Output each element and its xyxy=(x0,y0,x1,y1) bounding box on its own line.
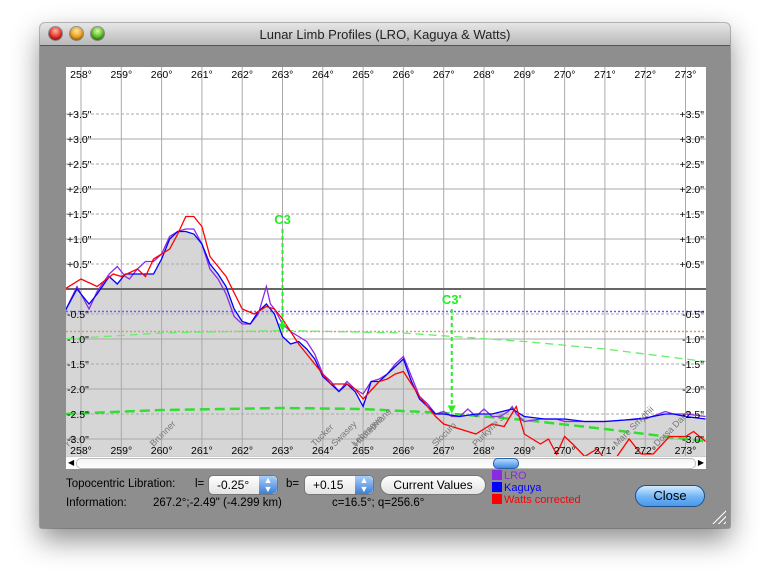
window-title: Lunar Limb Profiles (LRO, Kaguya & Watts… xyxy=(259,27,511,42)
b-label: b= xyxy=(286,478,300,490)
x-tick-label-top: 266° xyxy=(393,69,415,81)
scroll-thumb[interactable] xyxy=(493,458,520,469)
y-tick-label-right: +0.5" xyxy=(680,259,705,271)
b-stepper-icon[interactable]: ▲ ▼ xyxy=(355,476,373,494)
y-tick-label-right: -1.5" xyxy=(682,359,704,371)
x-tick-label-top: 265° xyxy=(352,69,374,81)
scroll-right-arrow-icon[interactable]: ▶ xyxy=(698,458,704,467)
chart-svg: C3C3'r P Brunner TuckerSwaseyLebesgueHoute… xyxy=(66,67,706,457)
legend-item-kaguya: Kaguya xyxy=(492,482,541,494)
y-tick-label-left: -2.5" xyxy=(67,409,89,421)
l-value: -0.25° xyxy=(217,478,250,492)
information-value: 267.2°;-2.49" (-4.299 km) xyxy=(153,497,282,509)
legend-label: Kaguya xyxy=(504,482,542,494)
x-tick-label-top: 271° xyxy=(594,69,616,81)
cq-value: c=16.5°; q=256.6° xyxy=(332,497,425,509)
y-tick-label-right: +2.0" xyxy=(680,184,705,196)
y-tick-label-left: -1.5" xyxy=(67,359,89,371)
b-value: +0.15 xyxy=(313,478,344,492)
x-tick-label-top: 272° xyxy=(634,69,656,81)
scroll-left-arrow-icon[interactable]: ◀ xyxy=(68,458,74,467)
x-tick-label-top: 264° xyxy=(312,69,334,81)
y-tick-label-left: +3.5" xyxy=(67,109,92,121)
y-tick-label-right: -1.0" xyxy=(682,334,704,346)
y-tick-label-left: +0.5" xyxy=(67,259,92,271)
y-tick-label-right: +3.0" xyxy=(680,134,705,146)
lunar-limb-window: Lunar Limb Profiles (LRO, Kaguya & Watts… xyxy=(40,23,730,528)
l-label: l= xyxy=(195,478,205,490)
y-tick-label-right: -2.0" xyxy=(682,384,704,396)
scroll-track[interactable] xyxy=(76,458,696,469)
l-libration-select[interactable]: -0.25° ▲ ▼ xyxy=(208,475,278,495)
x-tick-label-top: 270° xyxy=(554,69,576,81)
y-tick-label-right: +1.5" xyxy=(680,209,705,221)
resize-grip-icon[interactable] xyxy=(712,510,726,524)
legend-item-lro: LRO xyxy=(492,470,527,482)
legend-item-watts: Watts corrected xyxy=(492,494,581,506)
marker-label: C3' xyxy=(442,292,462,307)
l-stepper-icon[interactable]: ▲ ▼ xyxy=(259,476,277,494)
x-tick-label-top: 260° xyxy=(151,69,173,81)
x-tick-label-top: 263° xyxy=(272,69,294,81)
x-tick-label-top: 268° xyxy=(473,69,495,81)
title-bar[interactable]: Lunar Limb Profiles (LRO, Kaguya & Watts… xyxy=(40,23,730,46)
y-tick-label-right: +3.5" xyxy=(680,109,705,121)
close-button[interactable]: Close xyxy=(635,485,705,507)
limb-profile-chart[interactable]: C3 C3' r P Brunner Tucker Swasey Lebesgue Houte… xyxy=(66,67,706,457)
legend-label: Watts corrected xyxy=(504,494,581,506)
b-libration-select[interactable]: +0.15 ▲ ▼ xyxy=(304,475,374,495)
x-tick-label-top: 258° xyxy=(70,69,92,81)
y-tick-label-left: +2.5" xyxy=(67,159,92,171)
current-values-button[interactable]: Current Values xyxy=(380,475,486,495)
libration-label: Topocentric Libration: xyxy=(66,478,176,490)
y-tick-label-right: -3.0" xyxy=(682,434,704,446)
horizontal-scrollbar[interactable]: ◀ ▶ xyxy=(66,456,706,469)
y-tick-label-left: +2.0" xyxy=(67,184,92,196)
y-tick-label-right: -2.5" xyxy=(682,409,704,421)
y-tick-label-left: +1.5" xyxy=(67,209,92,221)
y-tick-label-left: +1.0" xyxy=(67,234,92,246)
x-tick-label-top: 267° xyxy=(433,69,455,81)
y-tick-label-left: -2.0" xyxy=(67,384,89,396)
y-tick-label-left: -1.0" xyxy=(67,334,89,346)
legend-label: LRO xyxy=(504,470,527,482)
y-tick-label-left: -3.0" xyxy=(67,434,89,446)
x-tick-label-top: 269° xyxy=(513,69,535,81)
y-tick-label-right: -0.5" xyxy=(682,309,704,321)
y-tick-label-left: +3.0" xyxy=(67,134,92,146)
y-tick-label-right: +2.5" xyxy=(680,159,705,171)
y-tick-label-left: -0.5" xyxy=(67,309,89,321)
x-tick-label-top: 273° xyxy=(675,69,697,81)
x-tick-label-top: 261° xyxy=(191,69,213,81)
y-tick-label-right: +1.0" xyxy=(680,234,705,246)
kaguya-swatch xyxy=(492,482,502,492)
marker-label: C3 xyxy=(274,212,291,227)
x-tick-label-top: 262° xyxy=(231,69,253,81)
watts-swatch xyxy=(492,494,502,504)
lro-swatch xyxy=(492,470,502,480)
information-label: Information: xyxy=(66,497,127,509)
x-tick-label-top: 259° xyxy=(110,69,132,81)
